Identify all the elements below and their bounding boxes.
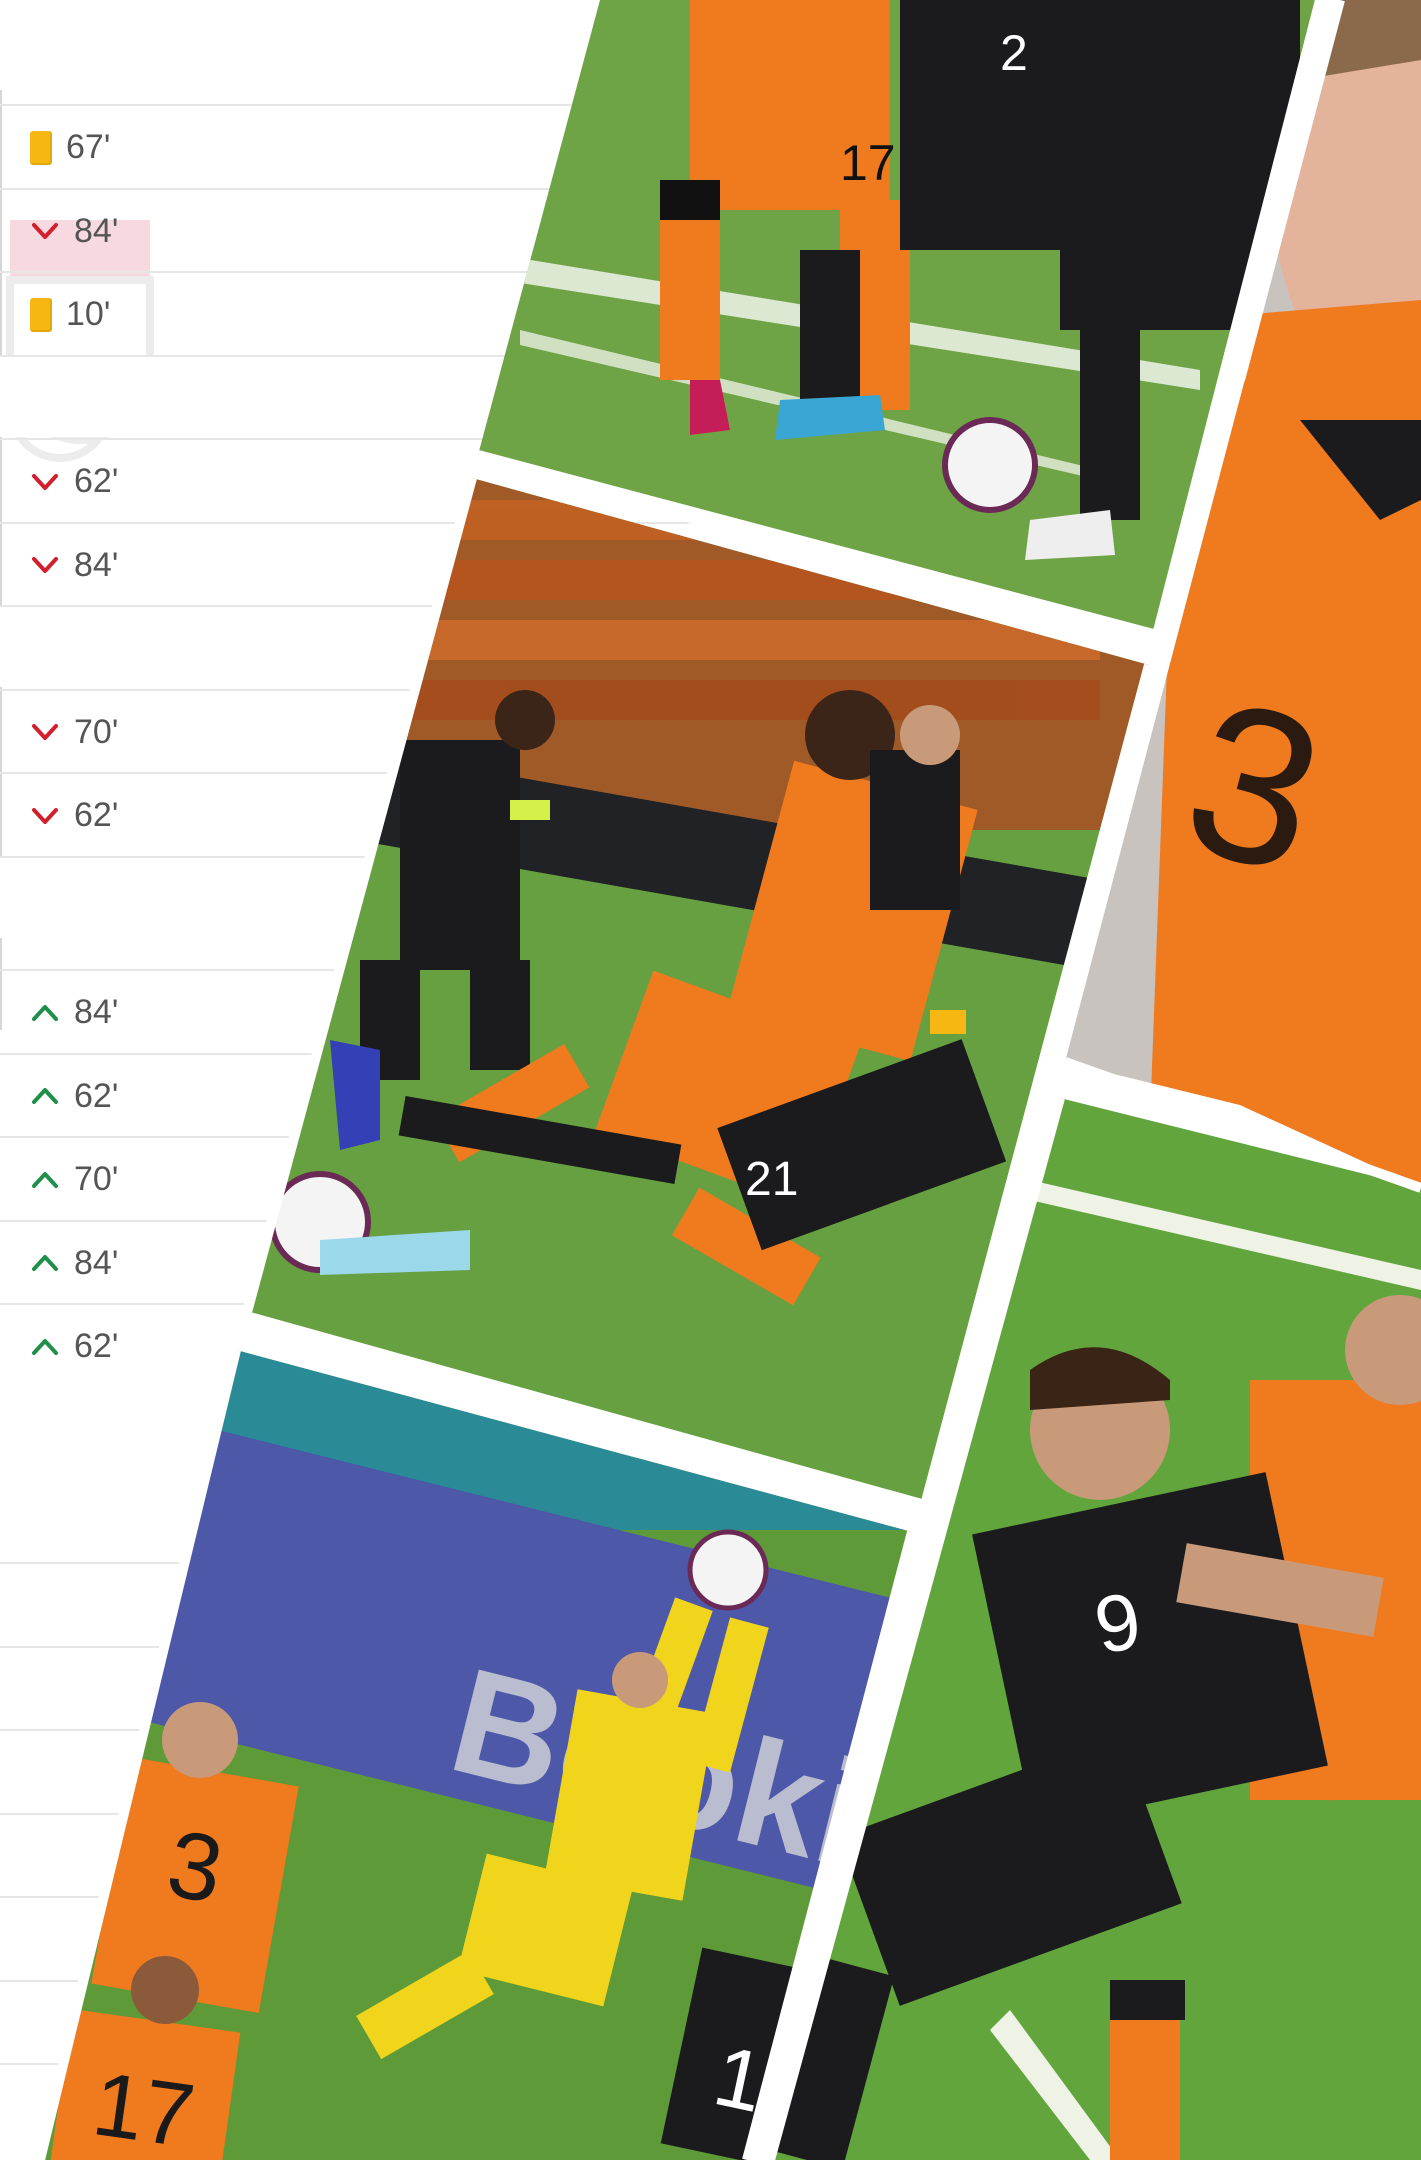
yellow-card-icon — [30, 130, 52, 165]
event-minute: 70' — [74, 1160, 119, 1198]
event-minute: 67' — [66, 128, 111, 166]
yellow-card-icon — [30, 297, 52, 332]
event-minute: 10' — [66, 295, 111, 333]
event-minute: 70' — [74, 712, 119, 751]
event-entry: 70' — [30, 1160, 118, 1199]
chevron-down-icon — [32, 557, 58, 573]
event-minute: 84' — [74, 545, 119, 584]
event-minute: 84' — [74, 211, 119, 250]
event-entry: 62' — [30, 1077, 118, 1116]
event-entry: 62' — [30, 796, 118, 835]
chevron-down-icon — [32, 473, 58, 490]
chevron-up-icon — [32, 1088, 58, 1104]
event-minute: 84' — [74, 993, 119, 1031]
chevron-up-icon — [32, 1338, 58, 1355]
jersey-number-17-bottom: 17 — [87, 2054, 200, 2160]
event-entry: 62' — [30, 1327, 118, 1366]
chevron-up-icon — [32, 1171, 58, 1188]
event-minute: 84' — [74, 1243, 119, 1282]
chevron-up-icon — [32, 1255, 58, 1271]
chevron-down-icon — [32, 724, 58, 740]
event-entry: 70' — [30, 713, 118, 752]
event-entry: 84' — [30, 212, 118, 251]
event-entry: 10' — [30, 295, 110, 334]
event-minute: 62' — [74, 1327, 119, 1365]
event-entry: 84' — [30, 1244, 118, 1283]
chevron-down-icon — [32, 223, 58, 239]
event-minute: 62' — [74, 1076, 119, 1115]
chevron-up-icon — [32, 1004, 58, 1021]
event-minute: 62' — [74, 462, 119, 500]
event-minute: 62' — [74, 796, 119, 834]
event-entry: 67' — [30, 128, 110, 167]
jersey-number-21: 21 — [745, 1153, 798, 1206]
event-entry: 84' — [30, 993, 118, 1032]
jersey-number-2: 2 — [1000, 25, 1028, 81]
jersey-number-17: 17 — [840, 135, 896, 191]
chevron-down-icon — [32, 807, 58, 824]
event-entry: 62' — [30, 462, 118, 501]
event-entry: 84' — [30, 546, 118, 585]
